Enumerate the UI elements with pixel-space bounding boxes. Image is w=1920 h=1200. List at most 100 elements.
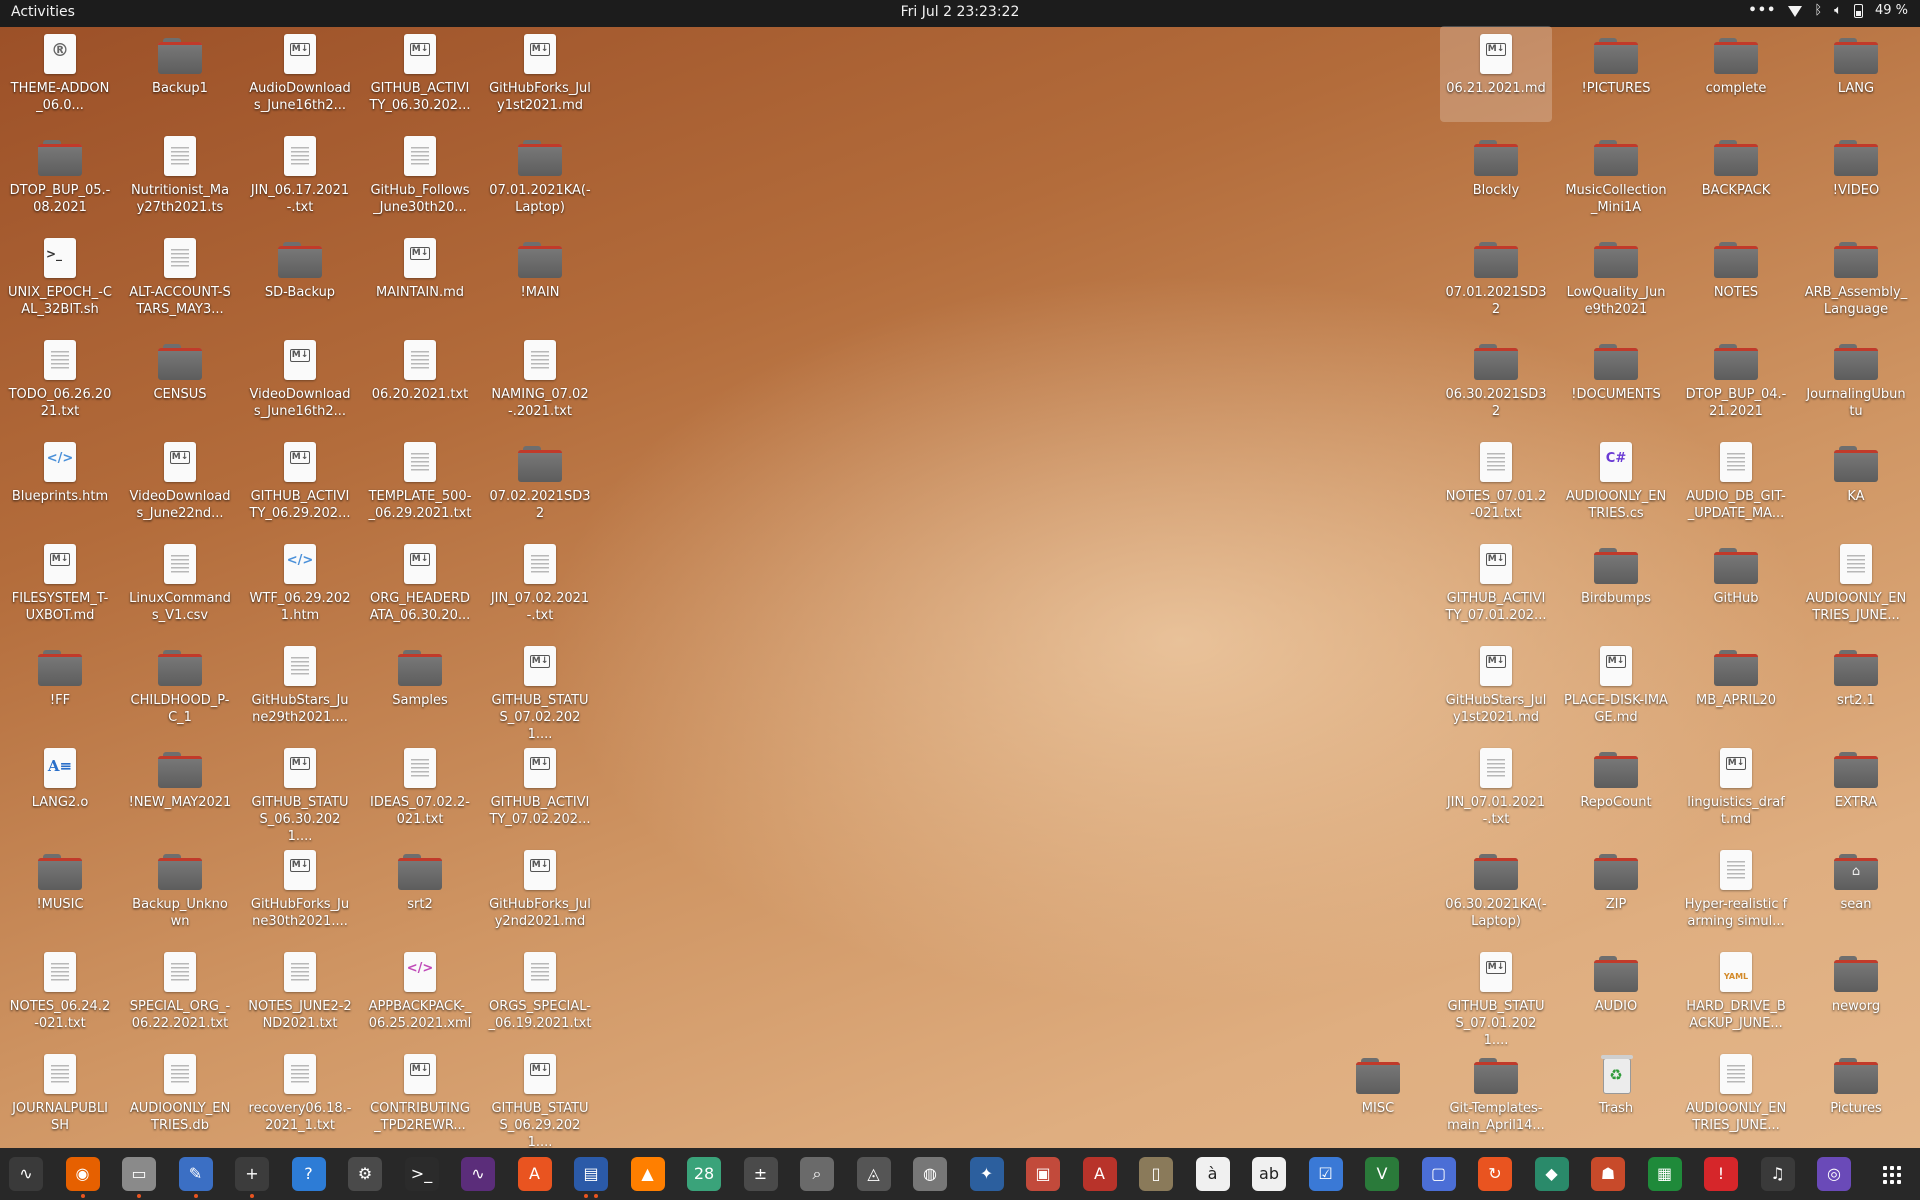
desktop-icon-06-30-2021sd32[interactable]: 06.30.2021SD32 — [1440, 332, 1552, 428]
desktop-icon-github-activity-07-02-202[interactable]: M↓ GITHUB_ACTIVITY_07.02.202... — [484, 740, 596, 836]
character-map-icon[interactable]: à — [1195, 1157, 1230, 1191]
show-applications-button[interactable] — [1874, 1157, 1908, 1191]
desktop-icon-blueprints-htm[interactable]: </> Blueprints.htm — [4, 434, 116, 530]
desktop-icon-srt2-1[interactable]: srt2.1 — [1800, 638, 1912, 734]
desktop-icon-linuxcommands-v1-csv[interactable]: LinuxCommands_V1.csv — [124, 536, 236, 632]
desktop-icon-githubstars-july1st2021-md[interactable]: M↓ GitHubStars_July1st2021.md — [1440, 638, 1552, 734]
desktop-icon-jin-07-02-2021-txt[interactable]: JIN_07.02.2021-.txt — [484, 536, 596, 632]
desktop-icon-github-status-06-30-2021[interactable]: M↓ GITHUB_STATUS_06.30.2021.... — [244, 740, 356, 844]
desktop-icon-github-activity-06-29-202[interactable]: M↓ GITHUB_ACTIVITY_06.29.202... — [244, 434, 356, 530]
calculator-icon[interactable]: ± — [743, 1157, 778, 1191]
desktop-icon-sean[interactable]: ⌂ sean — [1800, 842, 1912, 938]
desktop-icon-appbackpack-06-25-2021-xml[interactable]: </> APPBACKPACK-_06.25.2021.xml — [364, 944, 476, 1040]
desktop-icon-notes-07-01-2-021-txt[interactable]: NOTES_07.01.2-021.txt — [1440, 434, 1552, 530]
pdf-icon[interactable]: A — [1082, 1157, 1117, 1191]
desktop-icon-videodownloads-june16th2[interactable]: M↓ VideoDownloads_June16th2... — [244, 332, 356, 428]
desktop-icon-backup-unknown[interactable]: Backup_Unknown — [124, 842, 236, 938]
desktop-icon-zip[interactable]: ZIP — [1560, 842, 1672, 938]
desktop-icon-github-activity-06-30-202[interactable]: M↓ GITHUB_ACTIVITY_06.30.202... — [364, 26, 476, 122]
desktop-icon-audioonly-entries-cs[interactable]: C# AUDIOONLY_ENTRIES.cs — [1560, 434, 1672, 530]
desktop-icon-mb-april20[interactable]: MB_APRIL20 — [1680, 638, 1792, 734]
desktop-icon-github-status-07-02-2021[interactable]: M↓ GITHUB_STATUS_07.02.2021.... — [484, 638, 596, 742]
desktop-icon-recovery06-18-2021-1-txt[interactable]: recovery06.18.-2021_1.txt — [244, 1046, 356, 1142]
desktop-icon-github-follows-june30th20[interactable]: GitHub_Follows_June30th20... — [364, 128, 476, 224]
desktop-icon-unix-epoch-cal-32bit-sh[interactable]: >_ UNIX_EPOCH_-CAL_32BIT.sh — [4, 230, 116, 326]
desktop-icon-githubforks-july2nd2021-md[interactable]: M↓ GitHubForks_July2nd2021.md — [484, 842, 596, 938]
desktop-icon-wtf-06-29-2021-htm[interactable]: </> WTF_06.29.2021.htm — [244, 536, 356, 632]
spreadsheet-icon[interactable]: ▦ — [1647, 1157, 1682, 1191]
desktop-icon-nutritionist-may27th2021-ts[interactable]: Nutritionist_May27th2021.ts — [124, 128, 236, 224]
desktop-icon-census[interactable]: CENSUS — [124, 332, 236, 428]
desktop-icon-audioonly-entries-db[interactable]: AUDIOONLY_ENTRIES.db — [124, 1046, 236, 1142]
screen-icon[interactable]: ▢ — [1421, 1157, 1456, 1191]
files-icon[interactable]: ▭ — [122, 1157, 156, 1198]
desktop-icon-hyper-realistic-farming-simul[interactable]: Hyper-realistic farming simul... — [1680, 842, 1792, 938]
image-viewer-icon[interactable]: ⌕ — [800, 1157, 834, 1191]
desktop-icon-linguistics-draft-md[interactable]: M↓ linguistics_draft.md — [1680, 740, 1792, 836]
lazpaint-icon[interactable]: ✦ — [969, 1157, 1004, 1191]
desktop-icon-new-may2021[interactable]: !NEW_MAY2021 — [124, 740, 236, 836]
desktop-icon-notes-06-24-2-021-txt[interactable]: NOTES_06.24.2-021.txt — [4, 944, 116, 1040]
desktop-icon-filesystem-t-uxbot-md[interactable]: M↓ FILESYSTEM_T-UXBOT.md — [4, 536, 116, 632]
desktop-icon-07-01-2021sd32[interactable]: 07.01.2021SD32 — [1440, 230, 1552, 326]
settings-icon[interactable]: ⚙ — [348, 1157, 382, 1191]
slides-icon[interactable]: ▣ — [1026, 1157, 1060, 1191]
desktop-icon-template-500-06-29-2021-txt[interactable]: TEMPLATE_500-_06.29.2021.txt — [364, 434, 476, 530]
terminal-icon[interactable]: >_ — [404, 1157, 439, 1191]
desktop-icon-videodownloads-june22nd[interactable]: M↓ VideoDownloads_June22nd... — [124, 434, 236, 530]
desktop-icon-contributing-tpd2rewr[interactable]: M↓ CONTRIBUTING_TPD2REWR... — [364, 1046, 476, 1142]
desktop-icon-dtop-bup-04-21-2021[interactable]: DTOP_BUP_04.-21.2021 — [1680, 332, 1792, 428]
desktop-icon-trash[interactable]: ♻ Trash — [1560, 1046, 1672, 1142]
system-status-area[interactable]: ••• ᛒ 🔈︎ 49 % — [1748, 3, 1908, 18]
desktop-icon-arb-assembly-language[interactable]: ARB_Assembly_Language — [1800, 230, 1912, 326]
desktop-icon-notes-june2-2nd2021-txt[interactable]: NOTES_JUNE2-2ND2021.txt — [244, 944, 356, 1040]
firefox-icon[interactable]: ◉ — [65, 1157, 100, 1198]
game-icon[interactable]: ☗ — [1591, 1157, 1625, 1191]
desktop-icon-backpack[interactable]: BACKPACK — [1680, 128, 1792, 224]
desktop-icon-notes[interactable]: NOTES — [1680, 230, 1792, 326]
git-icon[interactable]: ◬ — [856, 1157, 891, 1191]
desktop-icon-ideas-07-02-2-021-txt[interactable]: IDEAS_07.02.2-021.txt — [364, 740, 476, 836]
desktop-icon-audioonly-entries-june[interactable]: AUDIOONLY_ENTRIES_JUNE... — [1680, 1046, 1792, 1142]
desktop-icon-extra[interactable]: EXTRA — [1800, 740, 1912, 836]
desktop-icon-jin-06-17-2021-txt[interactable]: JIN_06.17.2021-.txt — [244, 128, 356, 224]
music-icon[interactable]: ♫ — [1760, 1157, 1795, 1191]
desktop-icon-audiodownloads-june16th2[interactable]: M↓ AudioDownloads_June16th2... — [244, 26, 356, 122]
desktop-icon-journalingubuntu[interactable]: JournalingUbuntu — [1800, 332, 1912, 428]
vim-icon[interactable]: V — [1365, 1157, 1399, 1191]
desktop-icon-06-21-2021-md[interactable]: M↓ 06.21.2021.md — [1440, 26, 1552, 122]
desktop-icon-github-status-07-01-2021[interactable]: M↓ GITHUB_STATUS_07.01.2021.... — [1440, 944, 1552, 1048]
desktop-icon-main[interactable]: !MAIN — [484, 230, 596, 326]
desktop-icon-pictures[interactable]: Pictures — [1800, 1046, 1912, 1142]
update-icon[interactable]: ↻ — [1478, 1157, 1512, 1191]
desktop-icon-place-disk-image-md[interactable]: M↓ PLACE-DISK-IMAGE.md — [1560, 638, 1672, 734]
desktop-icon-07-02-2021sd32[interactable]: 07.02.2021SD32 — [484, 434, 596, 530]
screenshot-icon[interactable]: ◎ — [1817, 1157, 1851, 1191]
desktop-icon-audioonly-entries-june[interactable]: AUDIOONLY_ENTRIES_JUNE... — [1800, 536, 1912, 632]
desktop-icon-lowquality-june9th2021[interactable]: LowQuality_June9th2021 — [1560, 230, 1672, 326]
activities-button[interactable]: Activities — [11, 4, 75, 20]
desktop-icon-06-20-2021-txt[interactable]: 06.20.2021.txt — [364, 332, 476, 428]
desktop-icon-lang[interactable]: LANG — [1800, 26, 1912, 122]
desktop-icon-orgs-special-06-19-2021-txt[interactable]: ORGS_SPECIAL-_06.19.2021.txt — [484, 944, 596, 1040]
desktop-icon-jin-07-01-2021-txt[interactable]: JIN_07.01.2021-.txt — [1440, 740, 1552, 836]
archive-icon[interactable]: ▯ — [1139, 1157, 1173, 1191]
desktop-icon-audio-db-git-update-ma[interactable]: AUDIO_DB_GIT-_UPDATE_MA... — [1680, 434, 1792, 530]
desktop-icon-github[interactable]: GitHub — [1680, 536, 1792, 632]
desktop-icon-alt-account-stars-may3[interactable]: ALT-ACCOUNT-STARS_MAY3... — [124, 230, 236, 326]
clock[interactable]: Fri Jul 2 23:23:22 — [901, 4, 1020, 20]
education-icon[interactable]: ◆ — [1534, 1157, 1569, 1191]
help-icon[interactable]: ? — [291, 1157, 326, 1191]
desktop-icon-dtop-bup-05-08-2021[interactable]: DTOP_BUP_05.-08.2021 — [4, 128, 116, 224]
document-viewer-icon[interactable]: ▤ — [574, 1157, 608, 1198]
desktop-icon-lang2-o[interactable]: A≡ LANG2.o — [4, 740, 116, 836]
desktop-icon-maintain-md[interactable]: M↓ MAINTAIN.md — [364, 230, 476, 326]
desktop-icon-video[interactable]: !VIDEO — [1800, 128, 1912, 224]
more-icon[interactable]: ••• — [1748, 3, 1776, 18]
desktop-icon-githubforks-june30th2021[interactable]: M↓ GitHubForks_June30th2021.... — [244, 842, 356, 938]
system-monitor-icon[interactable]: ∿ — [9, 1157, 43, 1191]
text-editor-icon[interactable]: ✎ — [178, 1157, 213, 1198]
desktop-icon-org-headerdata-06-30-20[interactable]: M↓ ORG_HEADERDATA_06.30.20... — [364, 536, 476, 632]
desktop-icon-documents[interactable]: !DOCUMENTS — [1560, 332, 1672, 428]
desktop-icon-ka[interactable]: KA — [1800, 434, 1912, 530]
